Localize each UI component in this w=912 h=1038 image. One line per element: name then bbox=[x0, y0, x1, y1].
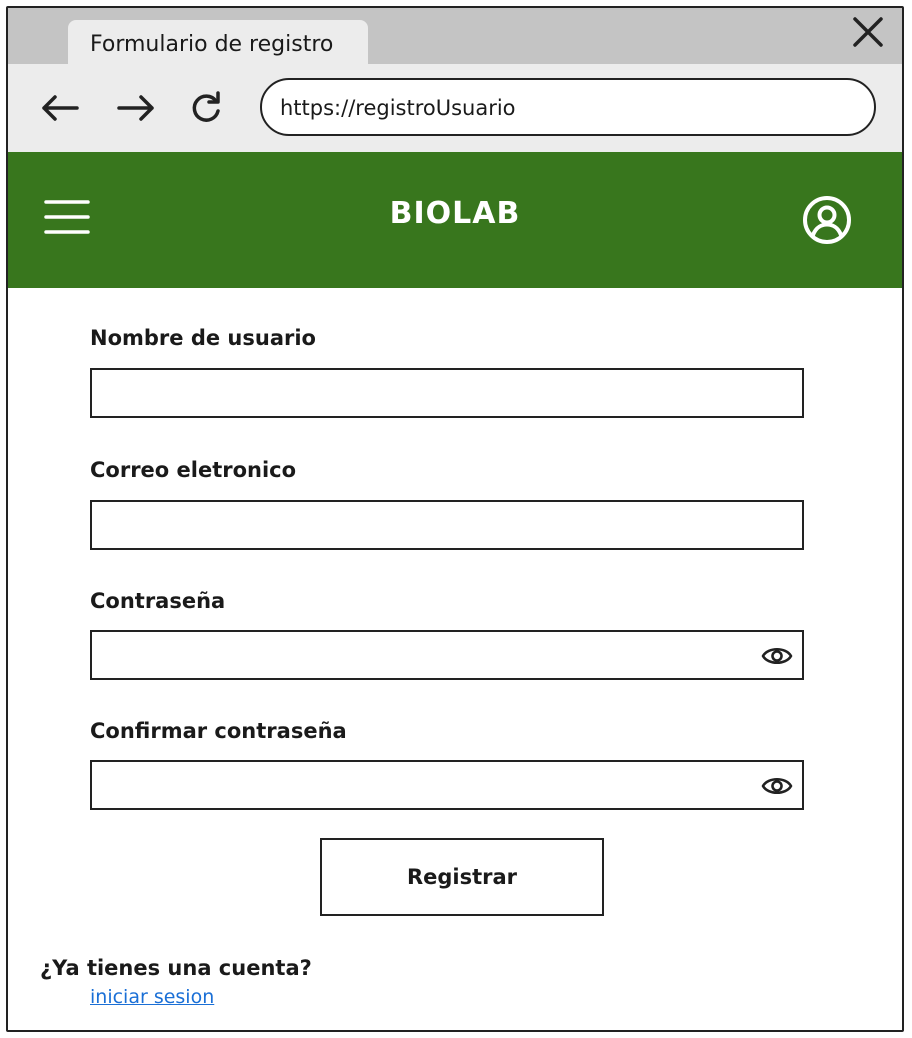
close-icon[interactable] bbox=[848, 12, 888, 52]
register-button[interactable]: Registrar bbox=[320, 838, 604, 916]
eye-icon[interactable] bbox=[760, 642, 794, 670]
forward-arrow-icon[interactable] bbox=[114, 86, 158, 130]
login-link[interactable]: iniciar sesion bbox=[90, 986, 214, 1008]
confirm-password-label: Confirmar contraseña bbox=[90, 719, 347, 743]
back-arrow-icon[interactable] bbox=[38, 86, 82, 130]
url-text: https://registroUsuario bbox=[280, 96, 516, 120]
have-account-text: ¿Ya tienes una cuenta? bbox=[40, 956, 312, 980]
username-input[interactable] bbox=[90, 368, 804, 418]
eye-icon[interactable] bbox=[760, 772, 794, 800]
browser-toolbar: https://registroUsuario bbox=[8, 64, 902, 152]
tab-strip: Formulario de registro bbox=[8, 8, 902, 64]
browser-tab[interactable]: Formulario de registro bbox=[68, 20, 368, 64]
email-input[interactable] bbox=[90, 500, 804, 550]
email-label: Correo eletronico bbox=[90, 458, 297, 482]
app-header: BIOLAB bbox=[8, 152, 902, 288]
brand-title: BIOLAB bbox=[389, 196, 521, 231]
confirm-password-input[interactable] bbox=[90, 760, 804, 810]
username-label: Nombre de usuario bbox=[90, 326, 316, 350]
address-bar[interactable]: https://registroUsuario bbox=[260, 78, 876, 136]
user-account-icon[interactable] bbox=[801, 194, 853, 246]
password-label: Contraseña bbox=[90, 589, 226, 613]
tab-title: Formulario de registro bbox=[90, 32, 334, 57]
reload-icon[interactable] bbox=[184, 86, 228, 130]
browser-window: Formulario de registro https://registroU… bbox=[6, 6, 904, 1032]
password-input[interactable] bbox=[90, 630, 804, 680]
